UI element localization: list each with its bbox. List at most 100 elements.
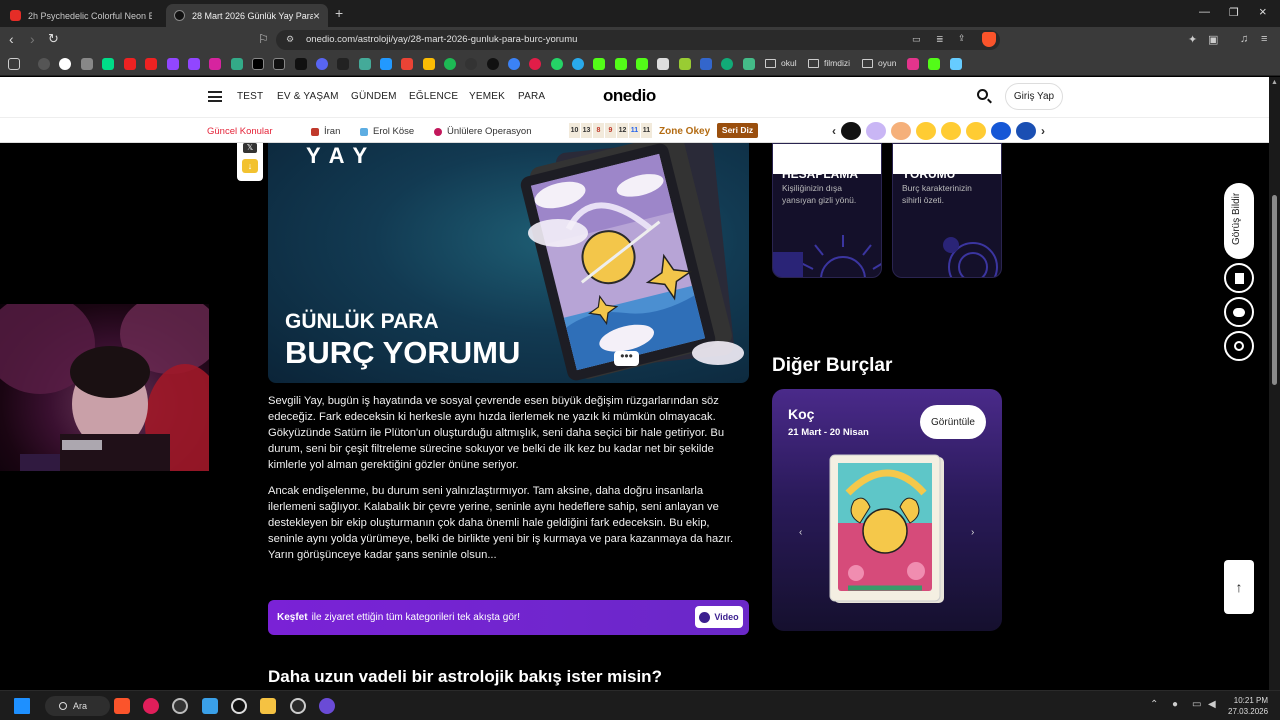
chevron-right-icon[interactable]: › [1041,124,1045,138]
tab-youtube[interactable]: 2h Psychedelic Colorful Neon Backgr [2,4,162,27]
youtube-icon[interactable] [124,58,136,70]
discord-icon[interactable] [316,58,328,70]
brand-badge-icon[interactable] [1016,122,1036,140]
youtube-icon[interactable] [145,58,157,70]
nav-gundem[interactable]: GÜNDEM [351,91,397,102]
bookmark-icon[interactable] [337,58,349,70]
chevron-left-icon[interactable]: ‹ [799,527,802,538]
bookmark-icon[interactable] [231,58,243,70]
chevron-right-icon[interactable]: › [971,527,974,538]
twitch-icon[interactable] [167,58,179,70]
nav-yemek[interactable]: YEMEK [469,91,505,102]
comments-button[interactable] [1224,297,1254,327]
view-button[interactable]: Görüntüle [920,405,986,439]
close-window-button[interactable]: × [1259,4,1267,19]
nav-eglence[interactable]: EĞLENCE [409,91,458,102]
x-share-icon[interactable]: 𝕏 [243,143,257,153]
back-button[interactable]: ‹ [9,31,14,47]
forward-button[interactable]: › [30,31,35,47]
reload-button[interactable]: ↻ [48,31,59,47]
apps-icon[interactable] [8,58,20,70]
scroll-up-arrow-icon[interactable]: ▲ [1271,79,1278,86]
brave-app-icon[interactable] [114,698,130,714]
smile-emoji-icon[interactable] [966,122,986,140]
bookmark-icon[interactable] [679,58,691,70]
drive-icon[interactable] [423,58,435,70]
extensions-icon[interactable]: ✦ [1188,33,1197,46]
bookmark-icon[interactable] [743,58,755,70]
github-icon[interactable] [487,58,499,70]
kick-icon[interactable] [636,58,648,70]
bookmark-icon[interactable] [950,58,962,70]
bookmark-icon[interactable] [907,58,919,70]
x-icon[interactable] [252,58,264,70]
windows-start-icon[interactable] [14,698,30,714]
taskbar-search[interactable]: Ara [45,696,110,716]
kick-icon[interactable] [928,58,940,70]
bookmark-icon[interactable] [102,58,114,70]
onedio-logo[interactable]: onedio [603,86,656,106]
brand-badge-icon[interactable] [991,122,1011,140]
new-tab-button[interactable]: + [335,5,343,21]
minimize-button[interactable]: — [1199,6,1210,18]
download-icon[interactable]: ↓ [242,159,258,173]
bookmark-icon[interactable] [508,58,520,70]
telegram-icon[interactable] [572,58,584,70]
sidebar-card-yorumu[interactable]: YORUMU Burç karakterinizin sihirli özeti… [892,143,1002,278]
bookmark-page-icon[interactable]: ⚐ [258,32,269,46]
login-button[interactable]: Giriş Yap [1005,83,1063,110]
app-icon[interactable] [319,698,335,714]
crying-emoji-icon[interactable] [941,122,961,140]
reader-icon[interactable]: ≣ [936,34,944,45]
gmail-icon[interactable] [401,58,413,70]
show-hidden-icons-button[interactable]: ⌃ [1150,699,1158,710]
more-images-icon[interactable]: ••• [614,350,639,366]
seri-diz-button[interactable]: Seri Diz [717,123,758,138]
taskbar-clock[interactable]: 10:21 PM 27.03.2026 [1228,695,1268,717]
brave-shields-icon[interactable] [982,32,996,47]
scrollbar-thumb[interactable] [1272,195,1277,385]
history-icon[interactable] [38,58,50,70]
site-info-icon[interactable]: ⚙ [286,34,294,45]
scroll-to-top-button[interactable]: ↑ [1224,560,1254,614]
feedback-button[interactable]: Görüş Bildir [1224,183,1254,259]
microphone-icon[interactable]: ● [1172,699,1178,710]
bookmark-icon[interactable] [700,58,712,70]
twitch-icon[interactable] [188,58,200,70]
close-tab-icon[interactable]: × [313,9,320,23]
kesfet-banner[interactable]: Keşfet ile ziyaret ettiğin tüm kategoril… [268,600,749,635]
tab-onedio-active[interactable]: 28 Mart 2026 Günlük Yay Para Bu × [166,4,328,27]
bookmark-icon[interactable] [359,58,371,70]
search-icon[interactable] [977,89,988,100]
sticker-icon[interactable] [891,122,911,140]
photos-icon[interactable] [202,698,218,714]
sidebar-icon[interactable]: ▣ [1208,33,1218,46]
chevron-left-icon[interactable]: ‹ [832,124,836,138]
page-scrollbar[interactable]: ▲ [1269,77,1280,690]
nav-ev-yasam[interactable]: EV & YAŞAM [277,91,339,102]
save-bookmark-button[interactable] [1224,263,1254,293]
trending-topic-iran[interactable]: İran [311,126,340,137]
volume-icon[interactable]: ◀ [1208,699,1216,710]
cast-icon[interactable]: ▭ [912,34,921,45]
file-explorer-icon[interactable] [260,698,276,714]
infinity-icon[interactable] [866,122,886,140]
whatsapp-icon[interactable] [551,58,563,70]
bookmark-icon[interactable] [380,58,392,70]
kick-icon[interactable] [593,58,605,70]
zone-okey-tiles[interactable]: 10 13 8 9 12 11 11 [569,123,652,138]
bookmark-folder-oyun[interactable]: oyun [862,58,896,68]
display-icon[interactable]: ▭ [1192,699,1201,710]
brand-badge-icon[interactable] [841,122,861,140]
trending-topic-erol-kose[interactable]: Erol Köse [360,126,414,137]
media-icon[interactable]: ♫ [1240,33,1248,45]
menu-icon[interactable]: ≡ [1261,33,1267,45]
google-icon[interactable] [59,58,71,70]
restore-button[interactable]: ❐ [1229,6,1239,19]
bookmark-icon[interactable] [465,58,477,70]
hamburger-menu-icon[interactable] [208,91,222,102]
bookmark-icon[interactable] [529,58,541,70]
bookmark-folder-filmdizi[interactable]: filmdizi [808,58,850,68]
nav-para[interactable]: PARA [518,91,545,102]
bookmark-icon[interactable] [721,58,733,70]
